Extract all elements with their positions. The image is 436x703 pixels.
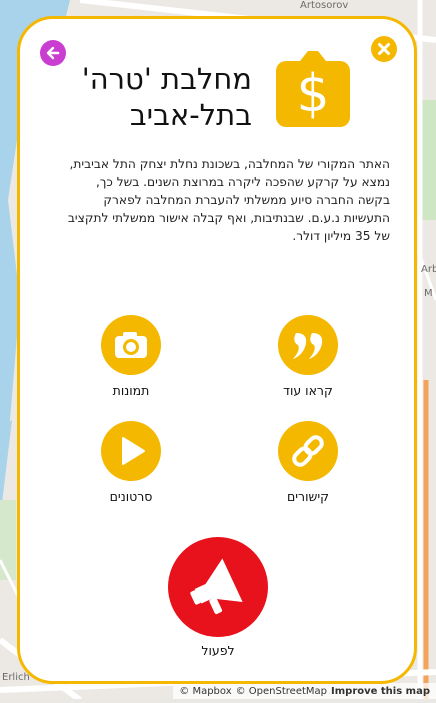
title-line: מחלבת 'טרה' (81, 62, 252, 96)
street-label: Arba (421, 264, 436, 275)
description-text: האתר המקורי של המחלבה, בשכונת נחלת יצחק … (67, 157, 390, 243)
links-label: קישורים (286, 489, 330, 504)
act-button[interactable]: לפעול (153, 537, 283, 658)
close-button[interactable] (371, 36, 397, 62)
photos-label: תמונות (112, 383, 150, 398)
street-label: Erlich (2, 672, 30, 683)
svg-text:$: $ (296, 64, 329, 124)
videos-label: סרטונים (109, 489, 153, 504)
read-more-label: קראו עוד (283, 383, 333, 398)
osm-attribution-link[interactable]: © OpenStreetMap (236, 686, 327, 697)
improve-map-link[interactable]: Improve this map (331, 686, 430, 697)
links-circle (278, 421, 338, 481)
arrow-left-icon (46, 46, 60, 60)
page-title: מחלבת 'טרה' בתל-אביב (22, 61, 252, 133)
links-button[interactable]: קישורים (253, 421, 363, 504)
read-more-button[interactable]: קראו עוד (253, 315, 363, 398)
photos-button[interactable]: תמונות (76, 315, 186, 398)
read-more-circle (278, 315, 338, 375)
title-line: בתל-אביב (129, 98, 252, 132)
megaphone-icon (190, 558, 243, 615)
close-icon (378, 43, 390, 55)
street-label: Artosorov (300, 0, 349, 11)
info-card: מחלבת 'טרה' בתל-אביב $ האתר המקורי של המ… (17, 16, 417, 684)
play-icon (122, 437, 145, 465)
map-attribution: © Mapbox © OpenStreetMap Improve this ma… (173, 683, 436, 699)
link-icon (292, 435, 324, 467)
act-circle (168, 537, 268, 637)
money-bag-icon: $ (276, 51, 350, 127)
street-label: M (424, 288, 433, 299)
act-label: לפעול (201, 643, 235, 658)
mapbox-attribution-link[interactable]: © Mapbox (179, 686, 231, 697)
camera-icon (115, 332, 147, 358)
videos-button[interactable]: סרטונים (76, 421, 186, 504)
quote-icon (293, 333, 323, 359)
photos-circle (101, 315, 161, 375)
videos-circle (101, 421, 161, 481)
